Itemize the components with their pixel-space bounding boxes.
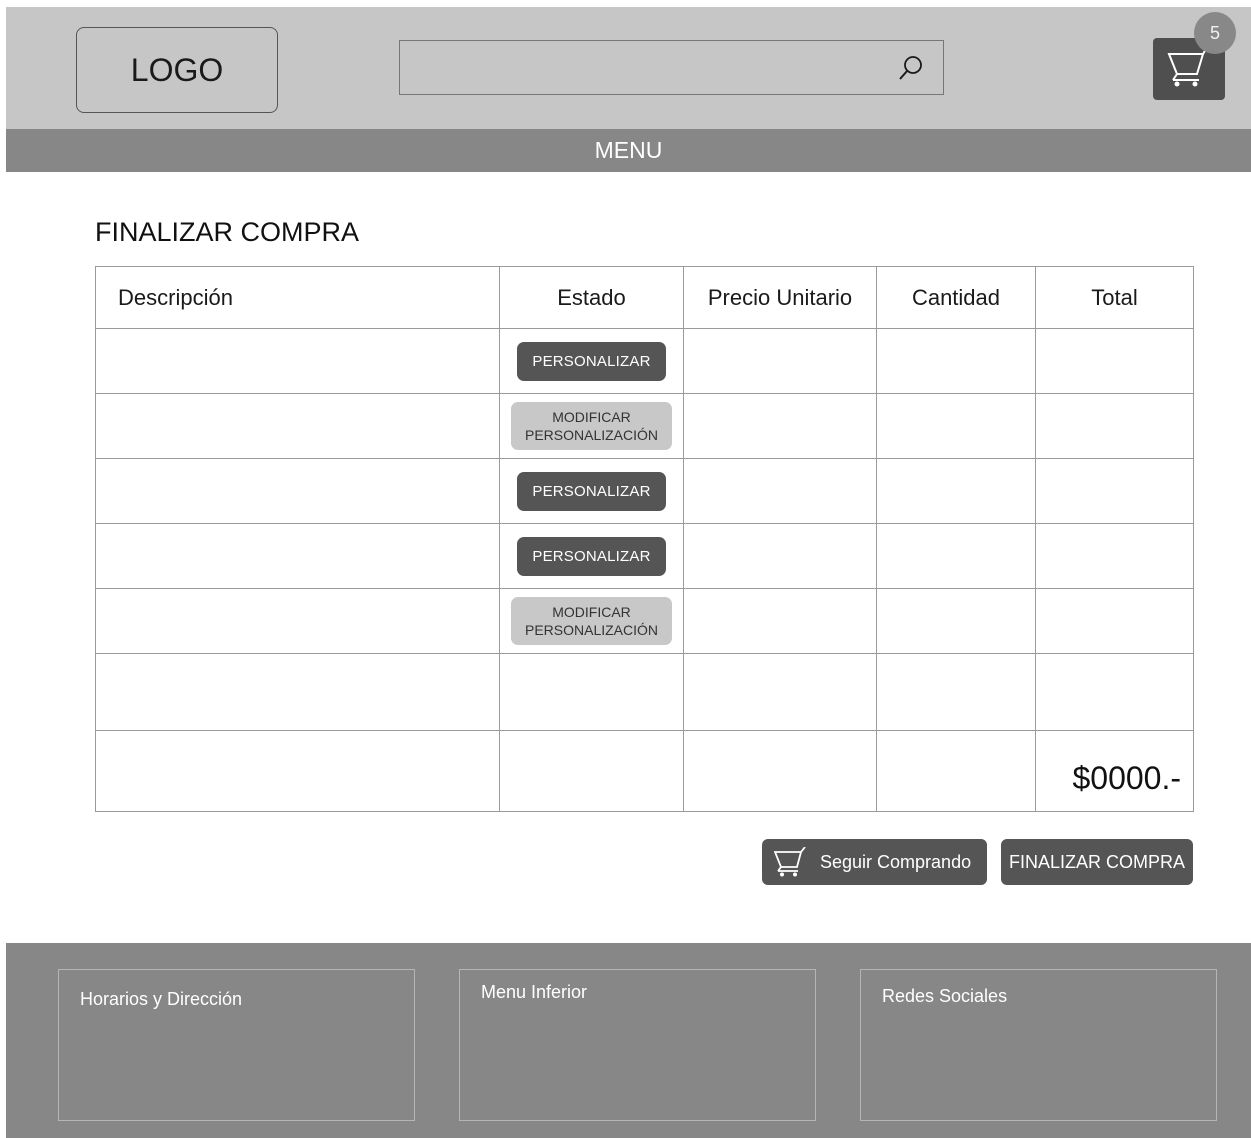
footer-horarios: Horarios y Dirección	[58, 969, 415, 1121]
cell-total	[1035, 393, 1194, 459]
cell-estado: MODIFICAR PERSONALIZACIÓN	[499, 588, 684, 654]
cell-total: $0000.-	[1035, 730, 1194, 812]
cell-precio	[683, 653, 877, 731]
cart-table: Descripción Estado Precio Unitario Canti…	[95, 266, 1194, 812]
cell-total	[1035, 458, 1194, 524]
footer-horarios-label: Horarios y Dirección	[80, 989, 243, 1009]
cell-cantidad	[876, 523, 1036, 589]
cart-icon	[1167, 50, 1207, 87]
personalizar-button[interactable]: PERSONALIZAR	[517, 341, 666, 381]
column-header-descripcion: Descripción	[95, 266, 500, 329]
table-row: PERSONALIZAR	[95, 328, 1194, 394]
footer-redes-sociales-label: Redes Sociales	[882, 986, 1008, 1006]
footer-menu-inferior: Menu Inferior	[459, 969, 816, 1121]
cell-descripcion	[95, 730, 500, 812]
search-icon[interactable]	[897, 54, 925, 82]
cell-cantidad	[876, 458, 1036, 524]
cell-precio	[683, 328, 877, 394]
cell-precio	[683, 393, 877, 459]
column-header-cantidad: Cantidad	[876, 266, 1036, 329]
table-row: PERSONALIZAR	[95, 458, 1194, 524]
cell-cantidad	[876, 730, 1036, 812]
cell-cantidad	[876, 393, 1036, 459]
menu-bar[interactable]: MENU	[6, 129, 1251, 172]
cell-total	[1035, 653, 1194, 731]
cell-cantidad	[876, 653, 1036, 731]
cell-precio	[683, 730, 877, 812]
logo[interactable]: LOGO	[76, 27, 278, 113]
grand-total: $0000.-	[1072, 759, 1181, 796]
search-input[interactable]	[400, 41, 904, 94]
footer-menu-inferior-label: Menu Inferior	[481, 982, 588, 1002]
cell-cantidad	[876, 328, 1036, 394]
cell-estado: PERSONALIZAR	[499, 328, 684, 394]
cell-estado: PERSONALIZAR	[499, 458, 684, 524]
table-row: MODIFICAR PERSONALIZACIÓN	[95, 588, 1194, 654]
cell-cantidad	[876, 588, 1036, 654]
cell-precio	[683, 458, 877, 524]
header: LOGO	[6, 7, 1251, 129]
cell-total	[1035, 523, 1194, 589]
search-bar[interactable]	[399, 40, 944, 95]
cell-descripcion	[95, 653, 500, 731]
table-header-row: Descripción Estado Precio Unitario Canti…	[95, 266, 1194, 329]
table-row: MODIFICAR PERSONALIZACIÓN	[95, 393, 1194, 459]
modificar-personalizacion-button[interactable]: MODIFICAR PERSONALIZACIÓN	[510, 402, 673, 450]
cell-estado	[499, 730, 684, 812]
keep-shopping-button[interactable]: Seguir Comprando	[762, 839, 987, 885]
modificar-personalizacion-button[interactable]: MODIFICAR PERSONALIZACIÓN	[510, 597, 673, 645]
footer: Horarios y Dirección Menu Inferior Redes…	[6, 943, 1251, 1138]
cell-precio	[683, 523, 877, 589]
page-title: FINALIZAR COMPRA	[95, 217, 360, 247]
column-header-estado: Estado	[499, 266, 684, 329]
personalizar-button[interactable]: PERSONALIZAR	[517, 471, 666, 511]
cell-descripcion	[95, 588, 500, 654]
finalizar-compra-button[interactable]: FINALIZAR COMPRA	[1001, 839, 1193, 885]
personalizar-button[interactable]: PERSONALIZAR	[517, 536, 666, 576]
keep-shopping-label: Seguir Comprando	[820, 851, 972, 872]
button-label-line: PERSONALIZACIÓN	[524, 622, 659, 638]
cell-descripcion	[95, 458, 500, 524]
table-row	[95, 653, 1194, 731]
total-row: $0000.-	[95, 730, 1194, 812]
footer-redes-sociales: Redes Sociales	[860, 969, 1217, 1121]
column-header-total: Total	[1035, 266, 1194, 329]
column-header-precio-unitario: Precio Unitario	[683, 266, 877, 329]
cell-descripcion	[95, 523, 500, 589]
cell-estado: PERSONALIZAR	[499, 523, 684, 589]
cell-precio	[683, 588, 877, 654]
cell-estado: MODIFICAR PERSONALIZACIÓN	[499, 393, 684, 459]
cell-total	[1035, 588, 1194, 654]
cart-icon	[774, 847, 806, 877]
button-label-line: MODIFICAR	[552, 604, 631, 620]
cell-descripcion	[95, 393, 500, 459]
cell-descripcion	[95, 328, 500, 394]
button-label-line: PERSONALIZACIÓN	[524, 427, 659, 443]
cell-total	[1035, 328, 1194, 394]
button-label-line: MODIFICAR	[552, 409, 631, 425]
cell-estado	[499, 653, 684, 731]
cart-count-badge: 5	[1194, 12, 1236, 54]
table-row: PERSONALIZAR	[95, 523, 1194, 589]
